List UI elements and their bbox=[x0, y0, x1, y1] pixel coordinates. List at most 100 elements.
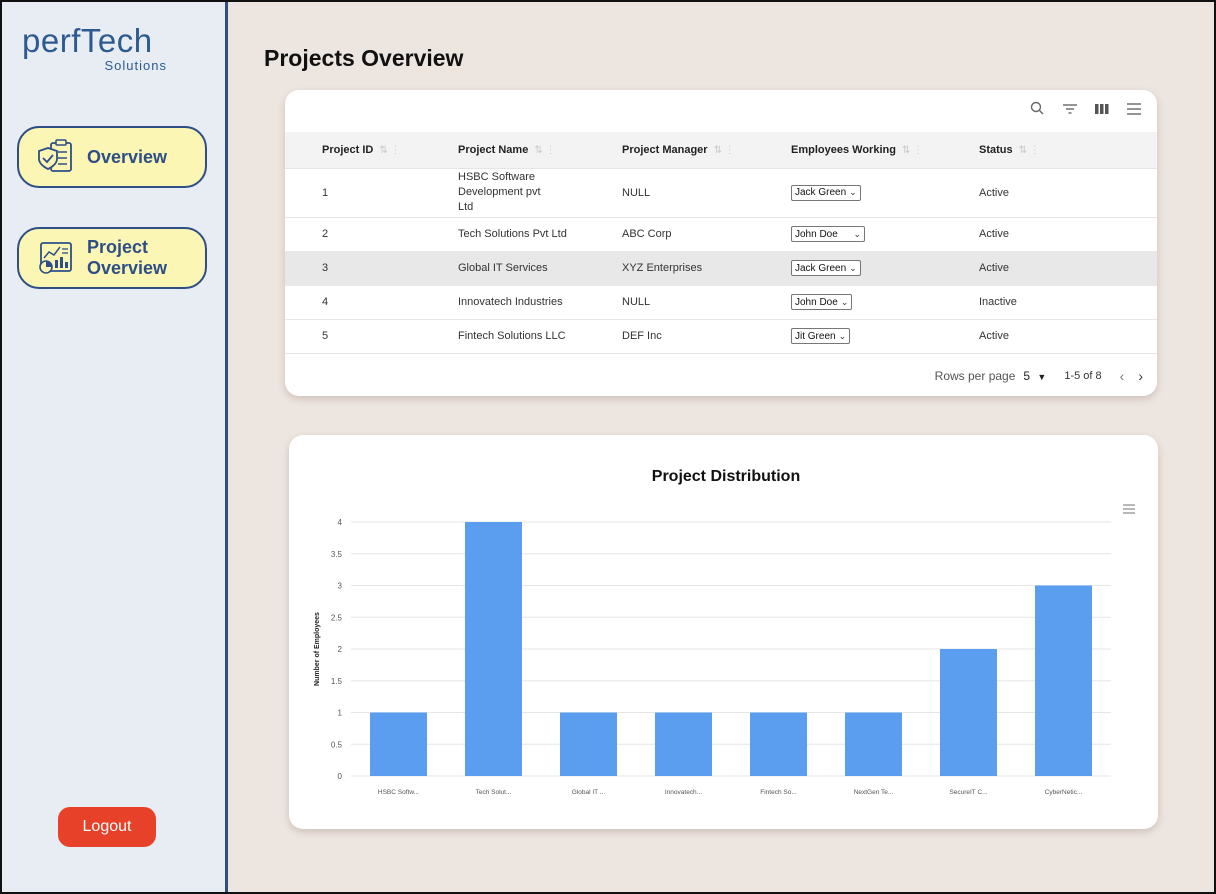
y-tick-label: 2.5 bbox=[331, 613, 343, 622]
sidebar-item-label-line1: Project bbox=[87, 237, 149, 257]
table-row[interactable]: 5 Fintech Solutions LLC DEF Inc Jit Gree… bbox=[285, 319, 1157, 354]
bar bbox=[370, 712, 427, 776]
table-row[interactable]: 4 Innovatech Industries NULL John Doe ⌄ I… bbox=[285, 285, 1157, 320]
sidebar-item-project-overview[interactable]: Project Overview bbox=[17, 227, 207, 289]
cell-employees: John Doe ⌄ bbox=[754, 285, 942, 320]
pagination-range: 1-5 of 8 bbox=[1064, 370, 1102, 382]
cell-project-manager: NULL bbox=[585, 285, 754, 320]
y-tick-label: 1.5 bbox=[331, 677, 343, 686]
rows-per-page-value: 5 bbox=[1023, 369, 1031, 383]
chevron-down-icon: ⌄ bbox=[838, 330, 847, 341]
pagination: Rows per page 5 ▼ 1-5 of 8 ‹ › bbox=[935, 368, 1143, 384]
employee-select-value: John Doe bbox=[795, 296, 838, 308]
brand-name: perfTech bbox=[22, 22, 153, 59]
brand-logo: perfTech Solutions bbox=[22, 22, 172, 74]
cell-project-manager: XYZ Enterprises bbox=[585, 251, 754, 286]
y-tick-label: 0.5 bbox=[331, 740, 343, 749]
sidebar: perfTech Solutions Overview Project Over… bbox=[2, 2, 228, 892]
x-tick-label: NextGen Te... bbox=[854, 789, 894, 796]
cell-project-name: Tech Solutions Pvt Ltd bbox=[421, 217, 585, 252]
y-tick-label: 0 bbox=[338, 772, 343, 781]
chevron-down-icon: ⌄ bbox=[849, 187, 857, 197]
employee-select[interactable]: John Doe ⌄ bbox=[791, 226, 865, 242]
logout-button[interactable]: Logout bbox=[58, 807, 156, 847]
cell-project-id: 1 bbox=[285, 168, 421, 218]
column-header-employees-working[interactable]: Employees Working ⇅ ⋮ bbox=[754, 132, 942, 169]
sidebar-item-label-line2: Overview bbox=[87, 258, 168, 278]
cell-project-name: HSBC Software Development pvt Ltd bbox=[421, 168, 585, 218]
next-page-icon[interactable]: › bbox=[1138, 368, 1143, 384]
sort-icon[interactable]: ⇅ ⋮ bbox=[902, 145, 923, 156]
cell-project-id: 3 bbox=[285, 251, 421, 286]
column-header-label: Project ID bbox=[322, 143, 374, 156]
column-header-project-manager[interactable]: Project Manager ⇅ ⋮ bbox=[585, 132, 754, 169]
employee-select[interactable]: Jack Green ⌄ bbox=[791, 184, 861, 201]
analytics-board-icon bbox=[33, 238, 77, 278]
bar bbox=[655, 712, 712, 776]
cell-project-id: 4 bbox=[285, 285, 421, 320]
employee-select-value: Jack Green bbox=[795, 262, 847, 274]
cell-employees: Jack Green ⌄ bbox=[754, 251, 942, 286]
y-tick-label: 2 bbox=[338, 645, 343, 654]
employee-select-value: Jack Green bbox=[795, 187, 847, 198]
sidebar-item-overview[interactable]: Overview bbox=[17, 126, 207, 188]
shield-checklist-icon bbox=[33, 137, 77, 177]
bar bbox=[750, 712, 807, 776]
chart-menu-icon[interactable] bbox=[1123, 504, 1135, 514]
bar bbox=[940, 649, 997, 776]
table-row[interactable]: 3 Global IT Services XYZ Enterprises Jac… bbox=[285, 251, 1157, 286]
employee-select[interactable]: Jit Green ⌄ bbox=[791, 328, 851, 344]
table-row[interactable]: 1 HSBC Software Development pvt Ltd NULL… bbox=[285, 168, 1157, 218]
column-header-project-name[interactable]: Project Name ⇅ ⋮ bbox=[421, 132, 585, 169]
column-header-label: Status bbox=[979, 143, 1013, 156]
x-tick-label: Innovatech... bbox=[665, 789, 702, 796]
filter-icon[interactable] bbox=[1061, 100, 1079, 118]
x-tick-label: SecureIT C... bbox=[949, 789, 987, 796]
column-header-status[interactable]: Status ⇅ ⋮ bbox=[942, 132, 1157, 169]
chart-title: Project Distribution bbox=[652, 468, 800, 485]
table-row[interactable]: 2 Tech Solutions Pvt Ltd ABC Corp John D… bbox=[285, 217, 1157, 252]
previous-page-icon[interactable]: ‹ bbox=[1120, 368, 1125, 384]
columns-icon[interactable] bbox=[1093, 100, 1111, 118]
y-tick-label: 3.5 bbox=[331, 550, 343, 559]
cell-project-name-text: HSBC Software Development pvt Ltd bbox=[458, 171, 541, 213]
column-header-project-id[interactable]: Project ID ⇅ ⋮ bbox=[285, 132, 421, 169]
sidebar-item-label: Project Overview bbox=[87, 237, 167, 279]
cell-project-manager: NULL bbox=[585, 168, 754, 218]
sidebar-item-label: Overview bbox=[87, 146, 168, 167]
sort-icon[interactable]: ⇅ ⋮ bbox=[1019, 145, 1040, 156]
cell-status: Active bbox=[942, 168, 1157, 218]
sort-icon[interactable]: ⇅ ⋮ bbox=[379, 145, 400, 156]
bar bbox=[560, 712, 617, 776]
cell-project-name: Innovatech Industries bbox=[421, 285, 585, 320]
bar bbox=[465, 522, 522, 776]
x-tick-label: Fintech So... bbox=[760, 789, 797, 796]
column-header-label: Employees Working bbox=[791, 143, 896, 156]
employee-select[interactable]: Jack Green ⌄ bbox=[791, 260, 861, 276]
cell-status: Active bbox=[942, 319, 1157, 354]
cell-status: Active bbox=[942, 217, 1157, 252]
caret-down-icon: ▼ bbox=[1037, 372, 1047, 382]
cell-project-name: Global IT Services bbox=[421, 251, 585, 286]
rows-per-page-label: Rows per page bbox=[934, 369, 1016, 383]
bar bbox=[1035, 585, 1092, 776]
search-icon[interactable] bbox=[1029, 100, 1047, 118]
employee-select[interactable]: John Doe ⌄ bbox=[791, 294, 853, 310]
projects-table: Project ID ⇅ ⋮ Project Name ⇅ ⋮ Project Ma… bbox=[285, 132, 1157, 354]
x-tick-label: Global IT ... bbox=[572, 789, 606, 796]
sort-icon[interactable]: ⇅ ⋮ bbox=[534, 145, 555, 156]
cell-project-manager: ABC Corp bbox=[585, 217, 754, 252]
table-header-row: Project ID ⇅ ⋮ Project Name ⇅ ⋮ Project Ma… bbox=[285, 132, 1157, 169]
brand-tagline: Solutions bbox=[104, 58, 167, 73]
cell-employees: John Doe ⌄ bbox=[754, 217, 942, 252]
y-tick-label: 3 bbox=[338, 582, 343, 591]
chevron-down-icon: ⌄ bbox=[853, 228, 861, 239]
sort-icon[interactable]: ⇅ ⋮ bbox=[714, 145, 735, 156]
projects-table-card: Project ID ⇅ ⋮ Project Name ⇅ ⋮ Project Ma… bbox=[285, 90, 1157, 396]
density-menu-icon[interactable] bbox=[1125, 100, 1143, 118]
x-tick-label: CyberNetic... bbox=[1045, 789, 1083, 796]
chevron-down-icon: ⌄ bbox=[849, 262, 857, 273]
column-header-label: Project Manager bbox=[622, 143, 708, 156]
table-toolbar bbox=[1029, 100, 1143, 118]
rows-per-page-select[interactable]: 5 ▼ bbox=[1023, 369, 1046, 383]
